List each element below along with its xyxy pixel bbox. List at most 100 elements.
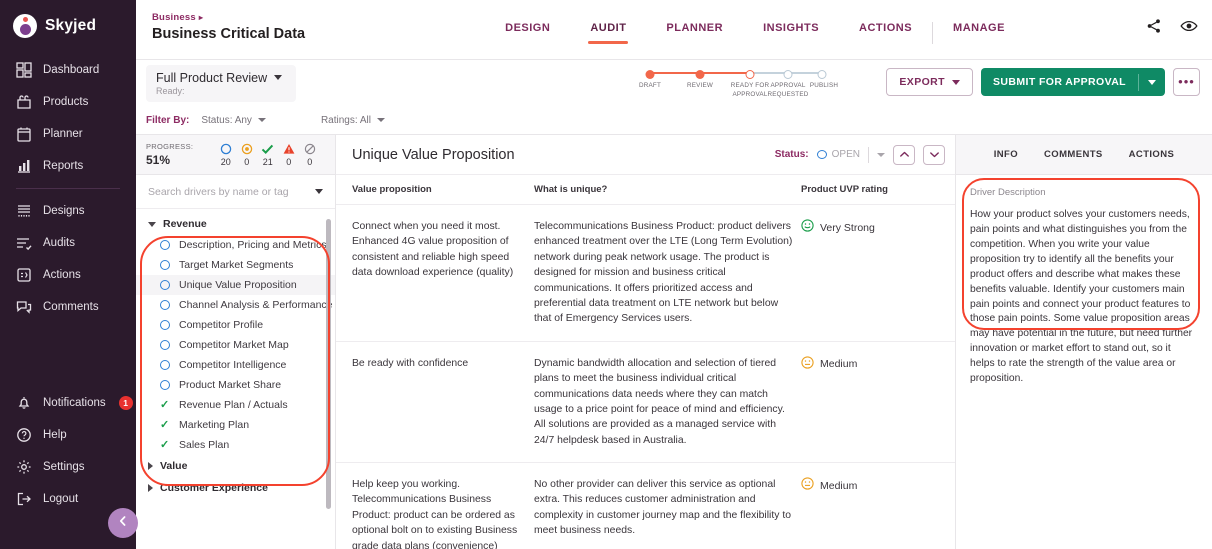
open-circle-icon — [160, 280, 170, 290]
driver-item-revenue-plan-actuals[interactable]: ✓ Revenue Plan / Actuals — [136, 395, 335, 415]
app-root: Skyjed Dashboard Products Planner Report… — [0, 0, 1212, 549]
tab-info[interactable]: INFO — [994, 149, 1018, 160]
breadcrumb-parent[interactable]: Business — [152, 12, 196, 23]
open-circle-icon — [160, 240, 170, 250]
sidebar-item-settings[interactable]: Settings — [0, 451, 136, 483]
chevron-down-icon — [274, 75, 283, 80]
sidebar-item-audits[interactable]: Audits — [0, 227, 136, 259]
driver-item-product-market-share[interactable]: Product Market Share — [136, 375, 335, 395]
tab-design[interactable]: DESIGN — [485, 22, 570, 44]
status-label: Status: — [774, 149, 809, 160]
progress-stats: 20 0 21 0 0 — [215, 142, 320, 167]
next-driver-button[interactable] — [923, 144, 945, 165]
stat-in-progress[interactable]: 0 — [236, 142, 257, 167]
driver-item-description-pricing-and-metrics[interactable]: Description, Pricing and Metrics — [136, 235, 335, 255]
chevron-left-icon — [116, 514, 130, 533]
step-dot-publish[interactable] — [817, 70, 827, 79]
sidebar-item-notifications[interactable]: Notifications 1 — [0, 387, 136, 419]
sidebar-item-planner[interactable]: Planner — [0, 118, 136, 150]
complete-check-icon: ✓ — [160, 439, 170, 451]
tab-comments[interactable]: COMMENTS — [1044, 149, 1103, 160]
status-filter[interactable]: Status: Any — [201, 115, 266, 126]
eye-icon[interactable] — [1180, 18, 1198, 39]
brand-logo[interactable]: Skyjed — [0, 0, 136, 38]
driver-group-customer-experience[interactable]: Customer Experience — [136, 477, 335, 499]
step-dot-ready-for-approval[interactable] — [745, 70, 755, 79]
table-row[interactable]: Be ready with confidence Dynamic bandwid… — [336, 342, 955, 464]
designs-icon — [16, 203, 32, 219]
stat-complete[interactable]: 21 — [257, 142, 278, 167]
driver-item-sales-plan[interactable]: ✓ Sales Plan — [136, 435, 335, 455]
step-dot-approval-requested[interactable] — [783, 70, 793, 79]
warning-triangle-icon — [278, 142, 299, 155]
share-icon[interactable] — [1146, 18, 1162, 39]
sidebar-item-designs[interactable]: Designs — [0, 195, 136, 227]
chevron-down-icon[interactable] — [877, 152, 885, 157]
table-row[interactable]: Connect when you need it most. Enhanced … — [336, 205, 955, 342]
driver-item-unique-value-proposition[interactable]: Unique Value Proposition — [136, 275, 335, 295]
previous-driver-button[interactable] — [893, 144, 915, 165]
review-selector[interactable]: Full Product Review Ready: — [146, 64, 297, 102]
submit-for-approval-button[interactable]: SUBMIT FOR APPROVAL — [980, 68, 1165, 96]
driver-item-marketing-plan[interactable]: ✓ Marketing Plan — [136, 415, 335, 435]
open-circle-icon — [215, 142, 236, 155]
tab-actions[interactable]: ACTIONS — [839, 22, 932, 44]
chevron-right-icon — [148, 484, 153, 492]
ratings-filter-label: Ratings: All — [320, 114, 371, 126]
chevron-down-icon[interactable] — [315, 189, 323, 194]
tab-manage[interactable]: MANAGE — [932, 22, 1025, 44]
bell-icon — [16, 395, 32, 411]
progress-summary: PROGRESS: 51% 20 0 21 0 0 — [136, 135, 335, 175]
status-badge[interactable]: OPEN — [816, 149, 860, 160]
driver-item-target-market-segments[interactable]: Target Market Segments — [136, 255, 335, 275]
tab-insights[interactable]: INSIGHTS — [743, 22, 839, 44]
cell-value-proposition: Be ready with confidence — [352, 357, 469, 369]
sidebar: Skyjed Dashboard Products Planner Report… — [0, 0, 138, 549]
sidebar-item-comments[interactable]: Comments — [0, 291, 136, 323]
driver-item-label: Sales Plan — [179, 439, 230, 451]
cell-value-proposition: Help keep you working. Telecommunication… — [352, 479, 518, 549]
driver-item-channel-analysis-and-performance[interactable]: Channel Analysis & Performance — [136, 295, 335, 315]
stat-warning[interactable]: 0 — [278, 142, 299, 167]
search-input[interactable]: Search drivers by name or tag — [148, 186, 289, 198]
drivers-scrollbar[interactable] — [326, 219, 331, 509]
sidebar-item-products[interactable]: Products — [0, 86, 136, 118]
table-row[interactable]: Help keep you working. Telecommunication… — [336, 463, 955, 549]
progress-value: 51% — [146, 153, 171, 167]
rating-value: Very Strong — [801, 219, 955, 238]
sidebar-item-help[interactable]: Help — [0, 419, 136, 451]
sidebar-item-label: Products — [43, 96, 89, 108]
export-button[interactable]: EXPORT — [886, 68, 973, 96]
sidebar-item-reports[interactable]: Reports — [0, 150, 136, 182]
tab-audit[interactable]: AUDIT — [570, 22, 646, 44]
driver-item-competitor-intelligence[interactable]: Competitor Intelligence — [136, 355, 335, 375]
step-dot-draft[interactable] — [645, 70, 655, 79]
step-dot-review[interactable] — [695, 70, 705, 79]
stat-blocked[interactable]: 0 — [299, 142, 320, 167]
ratings-filter[interactable]: Ratings: All — [321, 115, 385, 126]
tab-planner[interactable]: PLANNER — [646, 22, 743, 44]
tab-actions[interactable]: ACTIONS — [1129, 149, 1175, 160]
sidebar-collapse-button[interactable] — [108, 508, 138, 538]
sidebar-item-dashboard[interactable]: Dashboard — [0, 54, 136, 86]
more-options-button[interactable]: ••• — [1173, 68, 1200, 96]
driver-group-revenue[interactable]: Revenue — [136, 213, 335, 235]
drivers-search[interactable]: Search drivers by name or tag — [136, 175, 335, 209]
driver-item-label: Competitor Market Map — [179, 339, 289, 351]
open-circle-icon — [160, 260, 170, 270]
cell-rating: Medium — [795, 477, 955, 549]
driver-item-competitor-market-map[interactable]: Competitor Market Map — [136, 335, 335, 355]
smiley-neutral-icon — [801, 356, 814, 375]
chevron-down-icon — [929, 146, 940, 164]
driver-item-label: Marketing Plan — [179, 419, 250, 431]
top-icon-group — [1146, 18, 1198, 39]
open-circle-icon — [160, 340, 170, 350]
stat-open[interactable]: 20 — [215, 142, 236, 167]
driver-group-value[interactable]: Value — [136, 455, 335, 477]
sidebar-item-actions[interactable]: Actions — [0, 259, 136, 291]
driver-item-competitor-profile[interactable]: Competitor Profile — [136, 315, 335, 335]
submit-dropdown-button[interactable] — [1139, 79, 1165, 85]
sidebar-nav: Dashboard Products Planner Reports Desig… — [0, 54, 136, 515]
step-label-publish: PUBLISH — [809, 82, 839, 89]
